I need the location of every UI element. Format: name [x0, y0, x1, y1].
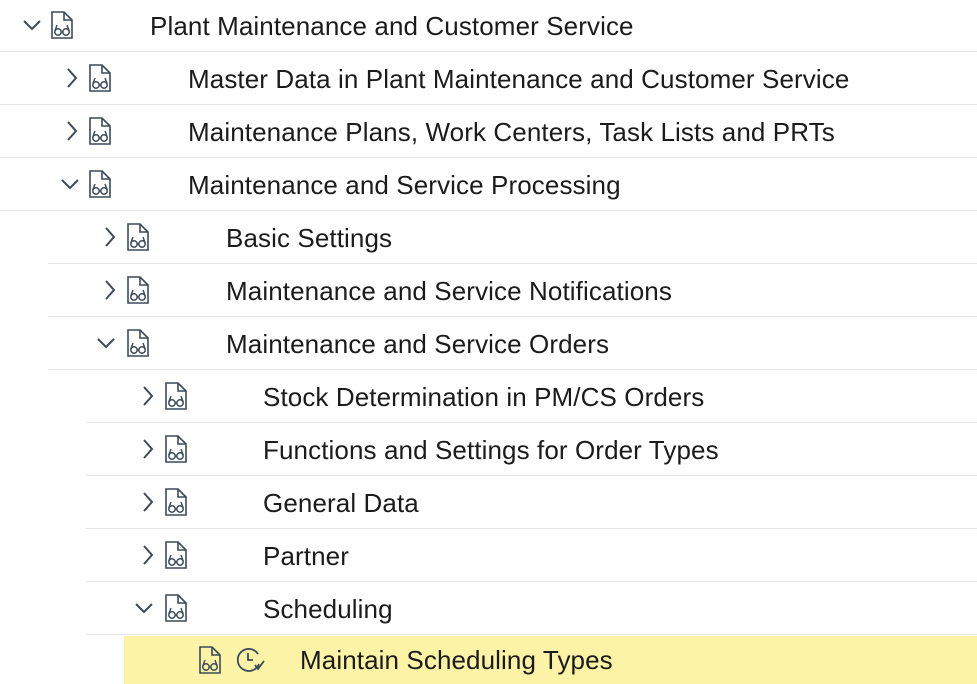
- document-glasses-icon: [162, 540, 190, 570]
- tree-row-label: Functions and Settings for Order Types: [263, 435, 719, 465]
- document-glasses-icon: [48, 10, 76, 40]
- tree-row-label: Maintain Scheduling Types: [300, 645, 613, 675]
- chevron-down-icon[interactable]: [96, 331, 116, 355]
- tree-row-label: Stock Determination in PM/CS Orders: [263, 382, 705, 412]
- tree-row-label: Scheduling: [263, 594, 393, 624]
- tree-row-partner[interactable]: Partner: [86, 530, 977, 582]
- chevron-right-icon[interactable]: [138, 437, 158, 461]
- chevron-right-icon[interactable]: [138, 490, 158, 514]
- chevron-down-icon[interactable]: [22, 13, 42, 37]
- document-glasses-icon: [86, 169, 114, 199]
- tree-row-label: Master Data in Plant Maintenance and Cus…: [188, 64, 850, 94]
- document-glasses-icon: [196, 645, 224, 675]
- document-glasses-icon: [86, 63, 114, 93]
- tree-row-plant-maintenance[interactable]: Plant Maintenance and Customer Service: [0, 0, 977, 52]
- document-glasses-icon: [162, 487, 190, 517]
- document-glasses-icon: [162, 381, 190, 411]
- tree-row-order-types[interactable]: Functions and Settings for Order Types: [86, 424, 977, 476]
- tree-row-scheduling[interactable]: Scheduling: [86, 583, 977, 635]
- document-glasses-icon: [124, 328, 152, 358]
- document-glasses-icon: [124, 222, 152, 252]
- tree-row-maintain-scheduling-types[interactable]: Maintain Scheduling Types: [124, 636, 977, 684]
- chevron-right-icon[interactable]: [100, 278, 120, 302]
- chevron-down-icon[interactable]: [60, 172, 80, 196]
- document-glasses-icon: [162, 434, 190, 464]
- chevron-down-icon[interactable]: [134, 596, 154, 620]
- chevron-right-icon[interactable]: [62, 66, 82, 90]
- tree-row-label: Maintenance and Service Orders: [226, 329, 610, 359]
- tree-row-label: Plant Maintenance and Customer Service: [150, 11, 634, 41]
- tree-row-basic-settings[interactable]: Basic Settings: [48, 212, 977, 264]
- tree-row-general-data[interactable]: General Data: [86, 477, 977, 529]
- tree-row-label: Maintenance and Service Processing: [188, 170, 621, 200]
- tree-row-label: Partner: [263, 541, 349, 571]
- tree-row-service-orders[interactable]: Maintenance and Service Orders: [48, 318, 977, 370]
- chevron-right-icon[interactable]: [100, 225, 120, 249]
- tree-row-label: Maintenance and Service Notifications: [226, 276, 672, 306]
- tree-row-master-data[interactable]: Master Data in Plant Maintenance and Cus…: [0, 53, 977, 105]
- tree-row-label: Maintenance Plans, Work Centers, Task Li…: [188, 117, 835, 147]
- img-tree: Plant Maintenance and Customer Service M…: [0, 0, 977, 684]
- tree-row-label: General Data: [263, 488, 419, 518]
- tree-row-maintenance-plans[interactable]: Maintenance Plans, Work Centers, Task Li…: [0, 106, 977, 158]
- chevron-right-icon[interactable]: [62, 119, 82, 143]
- clock-execute-icon[interactable]: [234, 645, 266, 675]
- document-glasses-icon: [124, 275, 152, 305]
- tree-row-notifications[interactable]: Maintenance and Service Notifications: [48, 265, 977, 317]
- tree-row-maintenance-service-processing[interactable]: Maintenance and Service Processing: [0, 159, 977, 211]
- chevron-right-icon[interactable]: [138, 384, 158, 408]
- document-glasses-icon: [86, 116, 114, 146]
- tree-row-stock-determination[interactable]: Stock Determination in PM/CS Orders: [86, 371, 977, 423]
- chevron-right-icon[interactable]: [138, 543, 158, 567]
- tree-row-label: Basic Settings: [226, 223, 393, 253]
- document-glasses-icon: [162, 593, 190, 623]
